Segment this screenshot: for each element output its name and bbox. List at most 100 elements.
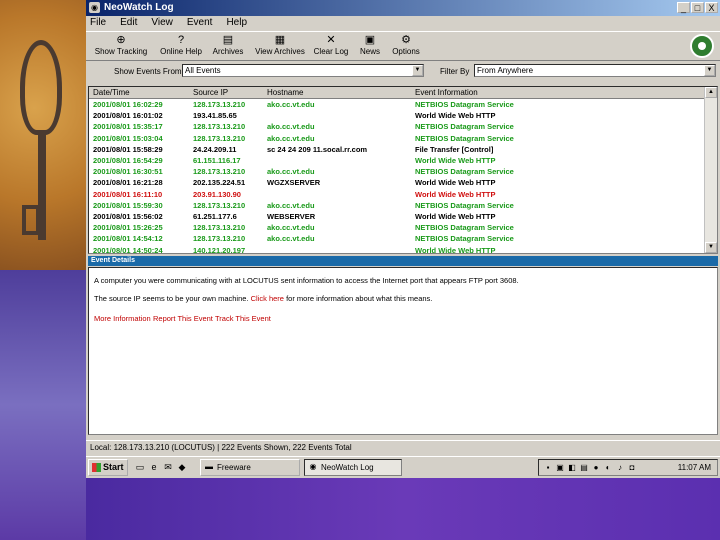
archives-button[interactable]: ▤ Archives (210, 34, 246, 56)
column-header-hostname[interactable]: Hostname (267, 88, 303, 97)
table-row[interactable]: 2001/08/01 15:03:04 128.173.13.210 ako.cc.… (89, 133, 705, 144)
scroll-up-icon[interactable]: ▲ (705, 87, 717, 98)
table-row[interactable]: 2001/08/01 16:30:51 128.173.13.210 ako.cc.… (89, 166, 705, 177)
neowatch-window: ◉ NeoWatch Log _ □ X File Edit View Even… (86, 0, 720, 478)
news-button[interactable]: ▣ News (356, 34, 384, 56)
desktop-icon[interactable]: ▭ (134, 461, 146, 473)
table-cell-ip: 128.173.13.210 (193, 133, 246, 143)
filter-bar: Show Events From All Events ▼ Filter By … (86, 62, 720, 80)
menu-edit[interactable]: Edit (120, 16, 137, 30)
mail-icon[interactable]: ✉ (162, 461, 174, 473)
tray-app-icon[interactable]: ◧ (567, 462, 577, 473)
system-tray: ▪ ▣ ◧ ▤ ● ◐ ♪ ◘ 11:07 AM (538, 459, 718, 476)
column-header-datetime[interactable]: Date/Time (93, 88, 130, 97)
details-line-2: The source IP seems to be your own machi… (94, 294, 433, 303)
app-icon: ◉ (89, 2, 100, 13)
table-cell-info: NETBIOS Datagram Service (415, 100, 514, 109)
report-event-link[interactable]: Report This Event (153, 314, 213, 323)
close-button[interactable]: X (705, 2, 718, 13)
view-archives-button[interactable]: ▦ View Archives (252, 34, 308, 56)
table-cell-date: 2001/08/01 14:54:12 (93, 234, 163, 244)
table-row[interactable]: 2001/08/01 14:54:12 128.173.13.210 ako.cc.… (89, 233, 705, 244)
table-scrollbar[interactable]: ▲ ▼ (704, 87, 717, 253)
filter-by-label: Filter By (440, 67, 470, 76)
table-cell-host: ako.cc.vt.edu (267, 167, 315, 177)
options-icon: ⚙ (401, 34, 411, 46)
table-cell-info: NETBIOS Datagram Service (415, 133, 514, 143)
taskbar-button-neowatch[interactable]: ◉ NeoWatch Log (304, 459, 402, 476)
table-cell-info: World Wide Web HTTP (415, 111, 496, 121)
key-bit-shape (22, 205, 40, 235)
toolbar: ⊕ Show Tracking ? Online Help ▤ Archives… (86, 31, 720, 61)
click-here-link[interactable]: Click here (251, 294, 284, 303)
table-cell-date: 2001/08/01 16:02:29 (93, 100, 163, 109)
status-bar: Local: 128.173.13.210 (LOCUTUS) | 222 Ev… (86, 440, 720, 454)
table-cell-info: NETBIOS Datagram Service (415, 167, 514, 177)
event-table: Date/Time Source IP Hostname Event Infor… (88, 86, 718, 254)
tray-security-icon[interactable]: ● (591, 462, 601, 473)
tray-monitor-icon[interactable]: ▣ (555, 462, 565, 473)
menu-view[interactable]: View (151, 16, 173, 30)
archive-icon: ▤ (222, 34, 234, 46)
table-cell-ip: 203.91.130.90 (193, 189, 241, 199)
tray-network-icon[interactable]: ▪ (543, 462, 553, 473)
table-cell-ip: 140.121.20.197 (193, 245, 246, 254)
table-row[interactable]: 2001/08/01 15:58:29 24.24.209.11 sc 24 24 … (89, 144, 705, 155)
chevron-down-icon[interactable]: ▼ (412, 65, 423, 76)
table-row[interactable]: 2001/08/01 15:35:17 128.173.13.210 ako.cc.… (89, 121, 705, 132)
details-line-1: A computer you were communicating with a… (94, 276, 519, 285)
chevron-down-icon[interactable]: ▼ (704, 65, 715, 76)
online-help-button[interactable]: ? Online Help (158, 34, 204, 56)
scroll-down-icon[interactable]: ▼ (705, 242, 717, 253)
table-cell-host: sc 24 24 209 11.socal.rr.com (267, 144, 368, 154)
key-ring-shape (20, 40, 62, 135)
taskbar-button-freeware[interactable]: ▬ Freeware (200, 459, 300, 476)
tray-shield-icon[interactable]: ◐ (603, 462, 613, 473)
column-header-event-info[interactable]: Event Information (415, 88, 478, 97)
media-icon[interactable]: ◆ (176, 461, 188, 473)
table-cell-ip: 24.24.209.11 (193, 144, 237, 154)
table-cell-date: 2001/08/01 15:59:30 (93, 200, 163, 210)
table-cell-ip: 128.173.13.210 (193, 234, 246, 244)
table-cell-date: 2001/08/01 16:11:10 (93, 189, 163, 199)
table-row[interactable]: 2001/08/01 15:26:25 128.173.13.210 ako.cc.… (89, 222, 705, 233)
table-row[interactable]: 2001/08/01 16:01:02 193.41.85.65 World Wid… (89, 110, 705, 121)
options-button[interactable]: ⚙ Options (388, 34, 424, 56)
track-event-link[interactable]: Track This Event (215, 314, 271, 323)
start-button[interactable]: Start (88, 459, 128, 476)
show-tracking-button[interactable]: ⊕ Show Tracking (92, 34, 150, 56)
title-bar[interactable]: ◉ NeoWatch Log _ □ X (86, 0, 720, 16)
menu-event[interactable]: Event (187, 16, 213, 30)
table-cell-host: ako.cc.vt.edu (267, 100, 315, 109)
more-information-link[interactable]: More Information (94, 314, 151, 323)
table-cell-date: 2001/08/01 15:56:02 (93, 212, 163, 221)
maximize-button[interactable]: □ (691, 2, 704, 13)
table-cell-date: 2001/08/01 16:21:28 (93, 178, 163, 188)
table-row[interactable]: 2001/08/01 16:11:10 203.91.130.90 World Wi… (89, 189, 705, 200)
table-cell-host: ako.cc.vt.edu (267, 133, 315, 143)
table-cell-info: NETBIOS Datagram Service (415, 234, 514, 244)
table-row[interactable]: 2001/08/01 16:02:29 128.173.13.210 ako.cc.… (89, 99, 705, 110)
table-row[interactable]: 2001/08/01 14:50:24 140.121.20.197 World W… (89, 245, 705, 254)
table-cell-ip: 128.173.13.210 (193, 167, 246, 177)
minimize-button[interactable]: _ (677, 2, 690, 13)
column-header-source-ip[interactable]: Source IP (193, 88, 228, 97)
menu-bar: File Edit View Event Help (86, 16, 720, 30)
tray-volume-icon[interactable]: ♪ (615, 462, 625, 473)
tray-disk-icon[interactable]: ▤ (579, 462, 589, 473)
table-cell-host: WEBSERVER (267, 212, 316, 221)
browser-icon[interactable]: e (148, 461, 160, 473)
table-row[interactable]: 2001/08/01 15:59:30 128.173.13.210 ako.cc.… (89, 200, 705, 211)
table-row[interactable]: 2001/08/01 16:21:28 202.135.224.51 WGZXSER… (89, 177, 705, 188)
table-row[interactable]: 2001/08/01 15:56:02 61.251.177.6 WEBSERVER… (89, 211, 705, 222)
show-events-select[interactable]: All Events ▼ (182, 64, 424, 77)
help-icon: ? (177, 34, 185, 46)
menu-help[interactable]: Help (226, 16, 247, 30)
tray-chat-icon[interactable]: ◘ (627, 462, 637, 473)
menu-file[interactable]: File (90, 16, 106, 30)
view-archive-icon: ▦ (274, 34, 286, 46)
table-cell-ip: 61.151.116.17 (193, 156, 241, 165)
clear-log-button[interactable]: ✕ Clear Log (312, 34, 350, 56)
table-row[interactable]: 2001/08/01 16:54:29 61.151.116.17 World Wi… (89, 155, 705, 166)
filter-by-select[interactable]: From Anywhere ▼ (474, 64, 716, 77)
